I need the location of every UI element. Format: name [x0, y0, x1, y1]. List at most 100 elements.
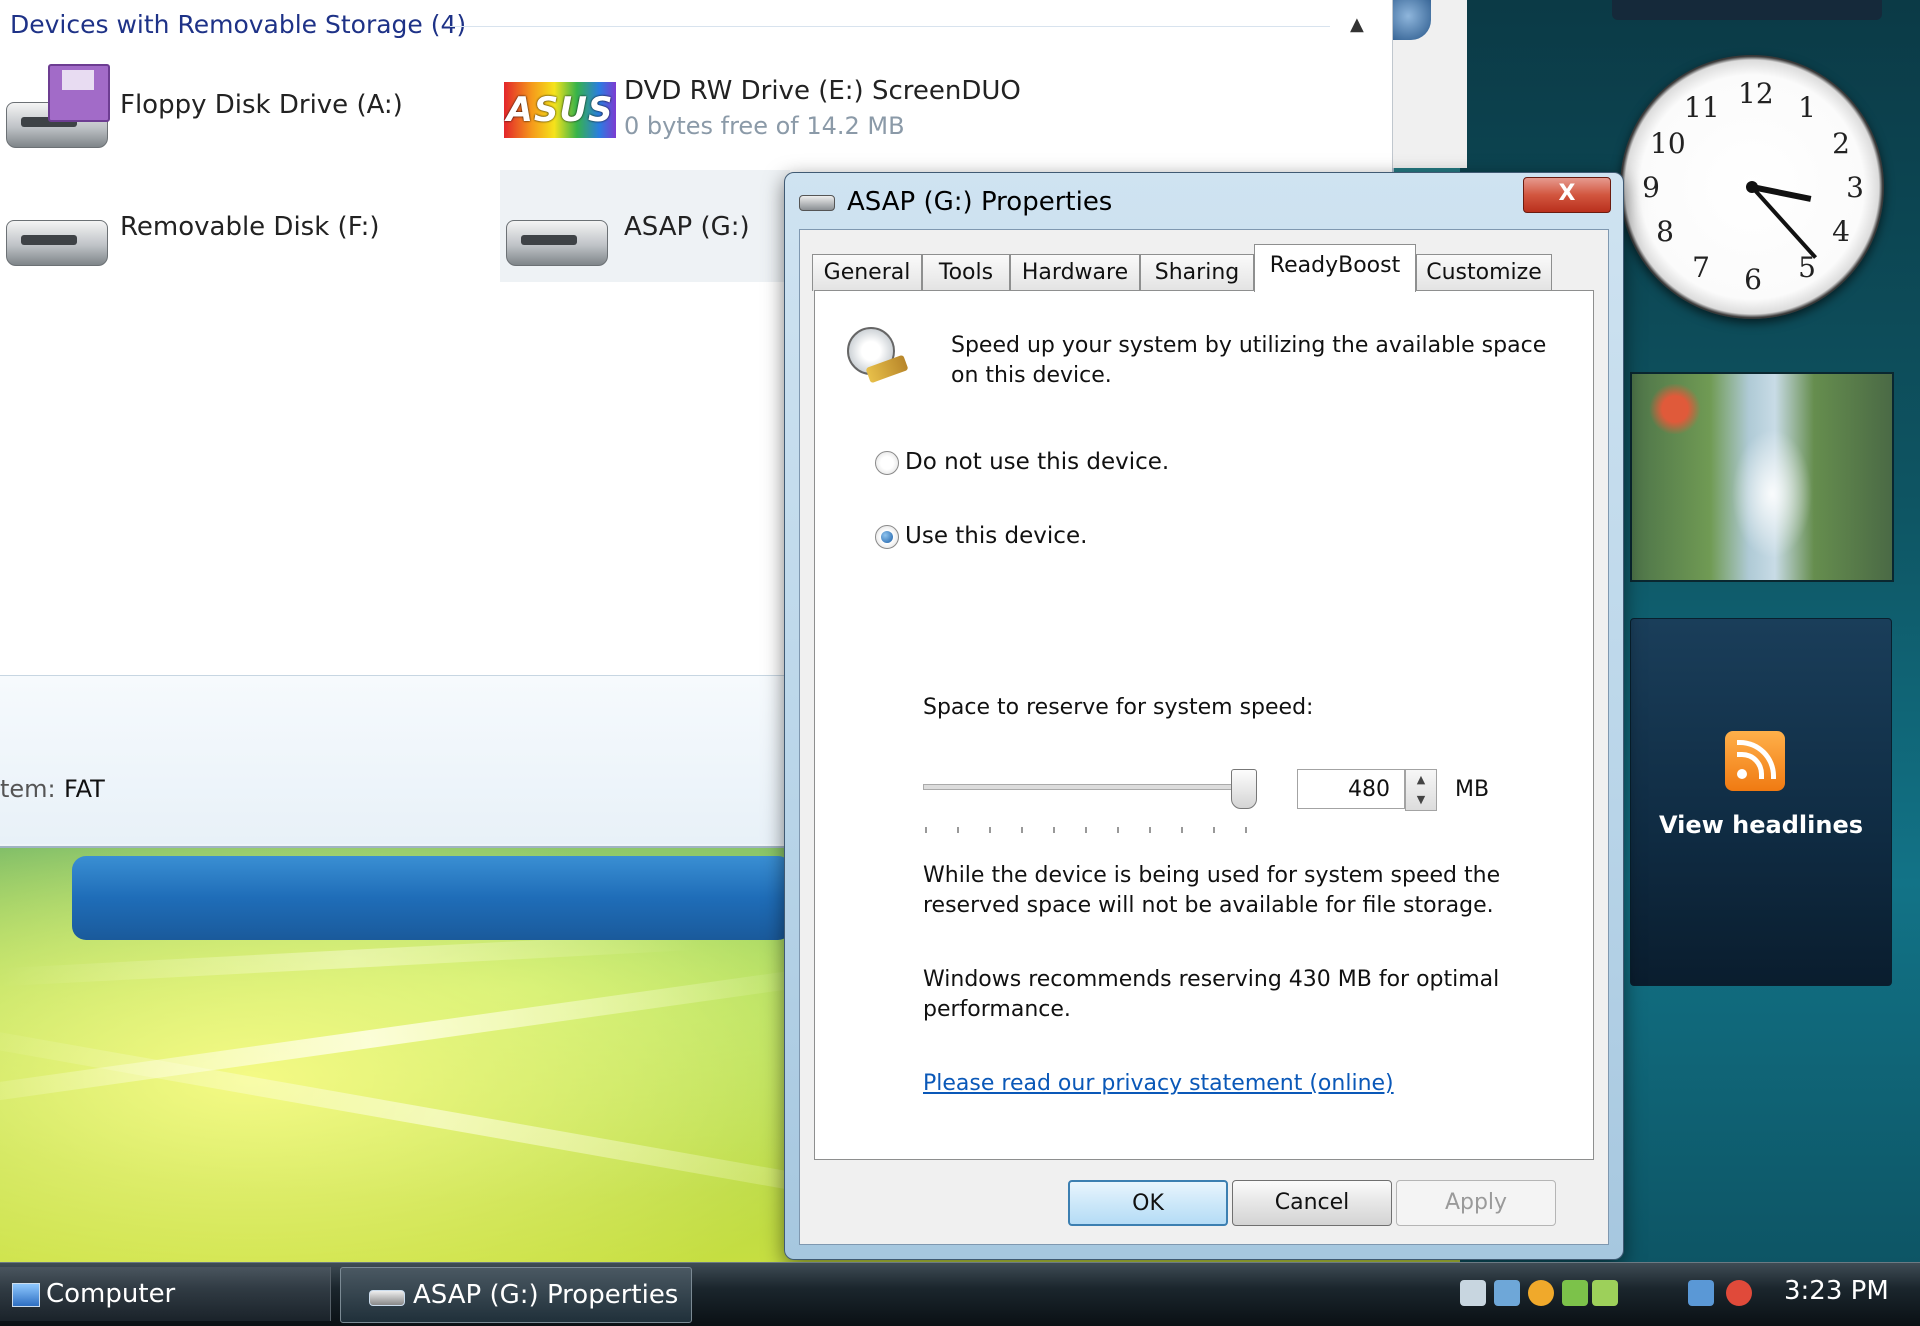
slider-tick — [1245, 827, 1247, 833]
clock-numeral: 10 — [1650, 127, 1686, 160]
device-name: ASAP (G:) — [624, 212, 750, 242]
slider-tick — [1213, 827, 1215, 833]
taskbar-item-computer[interactable]: Computer — [0, 1267, 331, 1321]
tab-tools[interactable]: Tools — [922, 254, 1010, 291]
tray-keyboard-icon[interactable] — [1460, 1280, 1486, 1306]
tab-hardware[interactable]: Hardware — [1010, 254, 1140, 291]
device-name: Floppy Disk Drive (A:) — [120, 90, 403, 120]
background-window-edge — [1392, 0, 1467, 168]
details-filesystem-value: FAT — [64, 775, 105, 803]
floppy-disk-icon — [48, 64, 110, 122]
readyboost-panel: Speed up your system by utilizing the av… — [814, 290, 1594, 1160]
background-window-bar — [72, 856, 792, 940]
device-capacity: 0 bytes free of 14.2 MB — [624, 112, 905, 140]
device-name: Removable Disk (F:) — [120, 212, 380, 242]
clock-numeral: 8 — [1656, 215, 1674, 248]
slider-tick — [1053, 827, 1055, 833]
cancel-button[interactable]: Cancel — [1232, 1180, 1392, 1226]
usb-drive-icon — [506, 220, 608, 266]
slider-tick — [1021, 827, 1023, 833]
tray-security-icon[interactable] — [1528, 1280, 1554, 1306]
dialog-title: ASAP (G:) Properties — [847, 187, 1113, 217]
tray-update-icon[interactable] — [1562, 1280, 1588, 1306]
slider-tick — [1117, 827, 1119, 833]
reserve-slider-track[interactable] — [923, 784, 1255, 790]
tray-network-share-icon[interactable] — [1494, 1280, 1520, 1306]
close-button[interactable]: X — [1523, 177, 1611, 213]
clock-numeral: 1 — [1798, 91, 1816, 124]
slider-tick — [989, 827, 991, 833]
spin-down-icon[interactable]: ▼ — [1406, 790, 1436, 810]
clock-center-pin — [1746, 181, 1758, 193]
clock-gadget[interactable]: 12 1 2 3 4 5 6 7 8 9 10 11 — [1620, 55, 1884, 319]
clock-numeral: 3 — [1846, 171, 1864, 204]
apply-button[interactable]: Apply — [1396, 1180, 1556, 1226]
reserve-slider-thumb[interactable] — [1231, 769, 1258, 809]
computer-icon — [12, 1283, 40, 1307]
wallpaper-streak — [0, 967, 817, 1111]
rss-feed-icon — [1725, 731, 1785, 791]
taskbar-item-label: Computer — [46, 1279, 176, 1309]
slider-tick — [1149, 827, 1151, 833]
dialog-body: General Tools Hardware Sharing ReadyBoos… — [799, 229, 1609, 1245]
clock-numeral: 5 — [1798, 251, 1816, 284]
window-orb-icon — [1393, 0, 1431, 40]
spin-up-icon[interactable]: ▲ — [1406, 770, 1436, 790]
slideshow-gadget[interactable] — [1630, 372, 1894, 582]
taskbar-clock[interactable]: 3:23 PM — [1784, 1276, 1889, 1306]
slider-tick — [925, 827, 927, 833]
tray-network-icon[interactable] — [1688, 1280, 1714, 1306]
slideshow-photo — [1640, 384, 1710, 434]
tray-volume-muted-icon[interactable] — [1726, 1280, 1752, 1306]
properties-dialog: ASAP (G:) Properties X General Tools Har… — [784, 172, 1624, 1260]
tab-customize[interactable]: Customize — [1416, 254, 1552, 291]
reserve-size-spinner[interactable]: ▲ ▼ — [1405, 769, 1437, 811]
clock-numeral: 2 — [1832, 127, 1850, 160]
slider-ticks — [925, 827, 1255, 837]
radio-label: Do not use this device. — [905, 449, 1170, 475]
group-divider — [450, 26, 1330, 27]
tab-general[interactable]: General — [812, 254, 922, 291]
group-header[interactable]: Devices with Removable Storage (4) — [10, 10, 466, 39]
tab-readyboost[interactable]: ReadyBoost — [1254, 244, 1416, 292]
usb-drive-icon — [6, 220, 108, 266]
clock-numeral: 12 — [1738, 77, 1774, 110]
ok-button[interactable]: OK — [1068, 1180, 1228, 1226]
taskbar-item-label: ASAP (G:) Properties — [413, 1280, 679, 1310]
reserve-note: While the device is being used for syste… — [923, 863, 1501, 918]
drive-icon — [369, 1290, 405, 1306]
readyboost-stopwatch-icon — [843, 321, 909, 385]
reserve-unit-label: MB — [1455, 777, 1490, 802]
device-floppy[interactable]: Floppy Disk Drive (A:) — [0, 62, 420, 162]
asus-logo-icon: ASUS — [504, 82, 616, 138]
radio-do-not-use[interactable] — [875, 451, 899, 475]
tab-sharing[interactable]: Sharing — [1140, 254, 1254, 291]
feed-headlines-gadget[interactable]: View headlines — [1630, 618, 1892, 986]
feed-label: View headlines — [1658, 811, 1864, 839]
reserve-size-input[interactable]: 480 — [1297, 769, 1405, 809]
clock-numeral: 6 — [1744, 263, 1762, 296]
radio-label: Use this device. — [905, 523, 1088, 549]
drive-title-icon — [799, 195, 835, 211]
taskbar-item-properties[interactable]: ASAP (G:) Properties — [340, 1267, 692, 1323]
privacy-statement-link[interactable]: Please read our privacy statement (onlin… — [923, 1071, 1394, 1096]
slider-tick — [1181, 827, 1183, 833]
device-dvd[interactable]: ASUS DVD RW Drive (E:) ScreenDUO 0 bytes… — [500, 62, 1060, 162]
clock-numeral: 11 — [1684, 91, 1720, 124]
collapse-chevron-icon[interactable]: ▲ — [1350, 14, 1364, 35]
clock-numeral: 9 — [1642, 171, 1660, 204]
taskbar: Computer ASAP (G:) Properties — [0, 1262, 1920, 1326]
gadget-top-bar — [1612, 0, 1882, 20]
clock-numeral: 4 — [1832, 215, 1850, 248]
details-filesystem-label: tem: — [0, 775, 56, 803]
readyboost-intro: Speed up your system by utilizing the av… — [951, 333, 1547, 388]
clock-numeral: 7 — [1692, 251, 1710, 284]
device-asap-g[interactable]: ASAP (G:) — [500, 180, 790, 280]
tray-devices-icon[interactable] — [1592, 1280, 1618, 1306]
device-removable-f[interactable]: Removable Disk (F:) — [0, 180, 420, 280]
device-name: DVD RW Drive (E:) ScreenDUO — [624, 76, 1021, 106]
slider-tick — [1085, 827, 1087, 833]
radio-use-device[interactable] — [875, 525, 899, 549]
slider-tick — [957, 827, 959, 833]
reserve-space-label: Space to reserve for system speed: — [923, 695, 1314, 720]
